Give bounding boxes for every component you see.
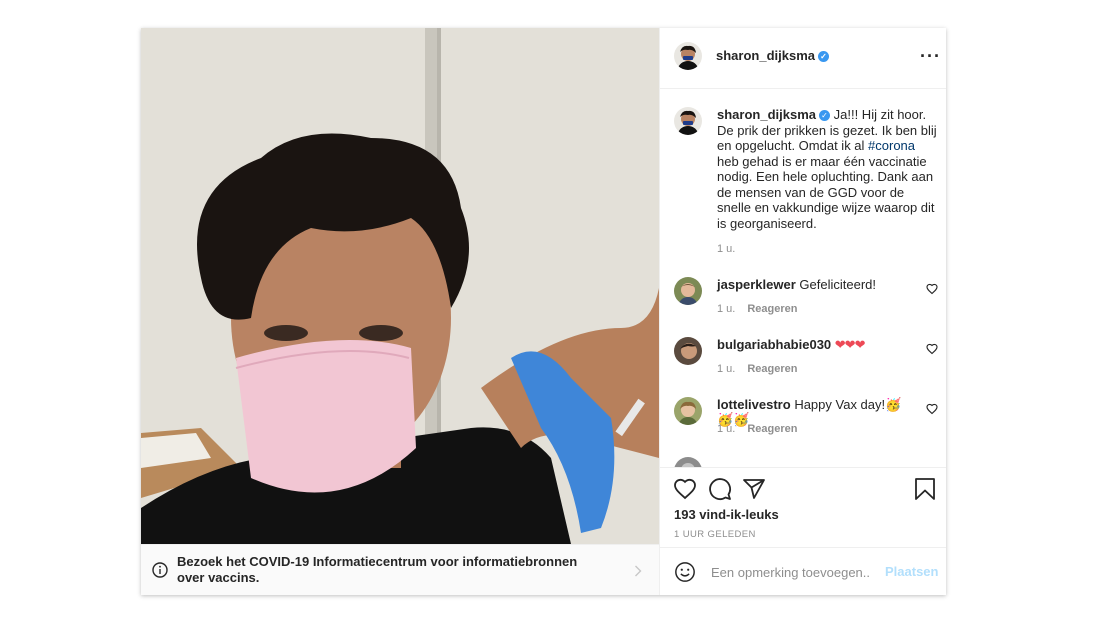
posted-time: 1 UUR GELEDEN bbox=[674, 529, 756, 540]
more-options-icon[interactable]: ··· bbox=[920, 46, 941, 67]
verified-badge-icon: ✓ bbox=[818, 51, 829, 62]
caption-time: 1 u. bbox=[717, 243, 736, 255]
post-photo[interactable] bbox=[141, 28, 659, 544]
comments-list[interactable]: sharon_dijksma ✓ Ja!!! Hij zit hoor. De p… bbox=[660, 89, 946, 467]
post-header: sharon_dijksma ✓ ··· bbox=[660, 28, 946, 89]
caption-avatar[interactable] bbox=[674, 107, 702, 135]
comment-username[interactable]: bulgariabhabie030 bbox=[717, 337, 831, 352]
caption-body-end: heb gehad is er maar één vaccinatie nodi… bbox=[717, 153, 935, 231]
author-username[interactable]: sharon_dijksma ✓ bbox=[716, 48, 829, 63]
covid-info-banner[interactable]: Bezoek het COVID-19 Informatiecentrum vo… bbox=[141, 544, 659, 595]
comment-username[interactable]: lottelivestro bbox=[717, 397, 791, 412]
selfie-illustration bbox=[141, 28, 659, 544]
paper-plane-icon[interactable] bbox=[742, 477, 766, 506]
heart-icon[interactable] bbox=[673, 477, 697, 506]
bookmark-icon[interactable] bbox=[914, 477, 936, 506]
reply-button[interactable]: Reageren bbox=[747, 423, 797, 435]
comment-item: lottelivestro Happy Vax day!🥳🥳🥳 1 u. Reag… bbox=[674, 397, 944, 447]
post-comment-button[interactable]: Plaatsen bbox=[885, 564, 938, 579]
chevron-right-icon bbox=[634, 564, 642, 582]
caption-username[interactable]: sharon_dijksma bbox=[717, 107, 816, 122]
comment-text: jasperklewer Gefeliciteerd! bbox=[717, 277, 917, 292]
comment-time: 1 u. bbox=[717, 363, 736, 375]
author-avatar[interactable] bbox=[674, 42, 702, 70]
likes-count[interactable]: 193 vind-ik-leuks bbox=[674, 507, 779, 522]
comment-input[interactable] bbox=[709, 560, 873, 584]
comment-item: bulgariabhabie030 ❤❤❤ 1 u. Reageren bbox=[674, 337, 944, 387]
reply-button[interactable]: Reageren bbox=[747, 303, 797, 315]
comment-icon[interactable] bbox=[708, 477, 732, 506]
comment-meta: 1 u. Reageren bbox=[717, 363, 798, 375]
commenter-avatar[interactable] bbox=[674, 337, 702, 365]
commenter-avatar[interactable] bbox=[674, 277, 702, 305]
comment-time: 1 u. bbox=[717, 423, 736, 435]
red-hearts-emoji: ❤❤❤ bbox=[834, 337, 866, 352]
comment-like-heart-icon[interactable] bbox=[926, 342, 938, 360]
comment-meta: 1 u. Reageren bbox=[717, 303, 798, 315]
hashtag-link[interactable]: #corona bbox=[868, 138, 915, 153]
instagram-post: Bezoek het COVID-19 Informatiecentrum vo… bbox=[141, 28, 946, 595]
covid-banner-text: Bezoek het COVID-19 Informatiecentrum vo… bbox=[177, 554, 578, 585]
caption-text: sharon_dijksma ✓ Ja!!! Hij zit hoor. De p… bbox=[717, 107, 939, 231]
comment-like-heart-icon[interactable] bbox=[926, 402, 938, 420]
post-side-panel: sharon_dijksma ✓ ··· sharon_dijksma ✓ Ja!!… bbox=[659, 28, 946, 595]
commenter-avatar[interactable] bbox=[674, 397, 702, 425]
comment-body: Gefeliciteerd! bbox=[799, 277, 876, 292]
comment-time: 1 u. bbox=[717, 303, 736, 315]
comment-text: bulgariabhabie030 ❤❤❤ bbox=[717, 337, 917, 352]
comment-item: jasperklewer Gefeliciteerd! 1 u. Reageren bbox=[674, 277, 944, 327]
commenter-avatar[interactable] bbox=[674, 457, 702, 467]
add-comment-bar: Plaatsen bbox=[660, 547, 946, 595]
verified-badge-icon: ✓ bbox=[819, 110, 830, 121]
author-username-text[interactable]: sharon_dijksma bbox=[716, 48, 815, 63]
comment-like-heart-icon[interactable] bbox=[926, 282, 938, 300]
comment-item-partial bbox=[674, 457, 944, 467]
emoji-icon[interactable] bbox=[674, 561, 696, 588]
post-actions: 193 vind-ik-leuks 1 UUR GELEDEN bbox=[660, 467, 946, 546]
info-icon bbox=[152, 562, 168, 583]
comment-username[interactable]: jasperklewer bbox=[717, 277, 796, 292]
reply-button[interactable]: Reageren bbox=[747, 363, 797, 375]
comment-meta: 1 u. Reageren bbox=[717, 423, 798, 435]
